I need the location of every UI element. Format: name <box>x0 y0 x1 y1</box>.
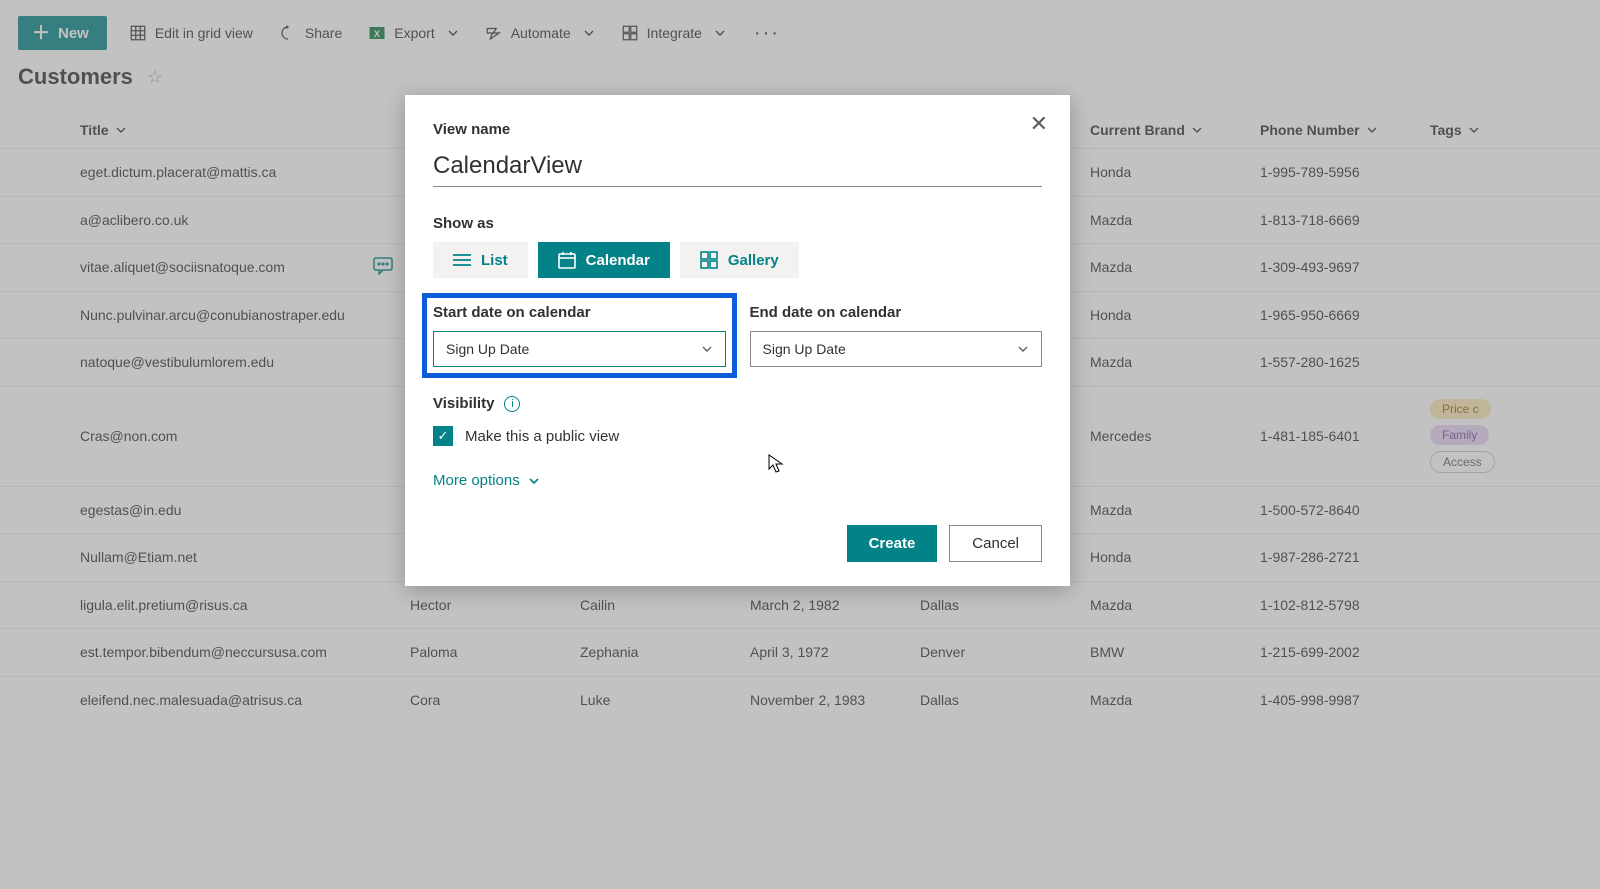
info-icon[interactable]: i <box>504 396 520 412</box>
visibility-label: Visibility <box>433 395 494 412</box>
close-button[interactable]: ✕ <box>1030 113 1048 135</box>
show-as-gallery-label: Gallery <box>728 252 779 269</box>
show-as-options: List Calendar Gallery <box>433 242 1042 278</box>
gallery-icon <box>700 251 718 269</box>
start-date-column: Start date on calendar Sign Up Date <box>433 304 726 367</box>
chevron-down-icon <box>1017 343 1029 355</box>
public-view-label: Make this a public view <box>465 428 619 445</box>
cancel-button[interactable]: Cancel <box>949 525 1042 562</box>
end-date-select[interactable]: Sign Up Date <box>750 331 1043 367</box>
chevron-down-icon <box>701 343 713 355</box>
more-options-label: More options <box>433 472 520 489</box>
view-name-input[interactable] <box>433 148 1042 187</box>
start-date-label: Start date on calendar <box>433 304 726 321</box>
list-icon <box>453 253 471 267</box>
show-as-label: Show as <box>433 215 1042 232</box>
visibility-label-row: Visibility i <box>433 395 1042 412</box>
view-name-label: View name <box>433 121 1042 138</box>
show-as-list-button[interactable]: List <box>433 242 528 278</box>
date-fields-row: Start date on calendar Sign Up Date End … <box>433 304 1042 367</box>
show-as-gallery-button[interactable]: Gallery <box>680 242 799 278</box>
end-date-label: End date on calendar <box>750 304 1043 321</box>
start-date-value: Sign Up Date <box>446 341 529 357</box>
show-as-calendar-button[interactable]: Calendar <box>538 242 670 278</box>
more-options-toggle[interactable]: More options <box>433 472 540 489</box>
show-as-calendar-label: Calendar <box>586 252 650 269</box>
public-view-row: ✓ Make this a public view <box>433 426 1042 446</box>
calendar-icon <box>558 251 576 269</box>
start-date-highlight: Start date on calendar Sign Up Date <box>422 293 737 378</box>
end-date-value: Sign Up Date <box>763 341 846 357</box>
create-button[interactable]: Create <box>847 525 938 562</box>
create-view-dialog: ✕ View name Show as List Calendar Galler… <box>405 95 1070 586</box>
start-date-select[interactable]: Sign Up Date <box>433 331 726 367</box>
end-date-column: End date on calendar Sign Up Date <box>750 304 1043 367</box>
show-as-list-label: List <box>481 252 508 269</box>
chevron-down-icon <box>528 475 540 487</box>
public-view-checkbox[interactable]: ✓ <box>433 426 453 446</box>
modal-actions: Create Cancel <box>433 525 1042 562</box>
